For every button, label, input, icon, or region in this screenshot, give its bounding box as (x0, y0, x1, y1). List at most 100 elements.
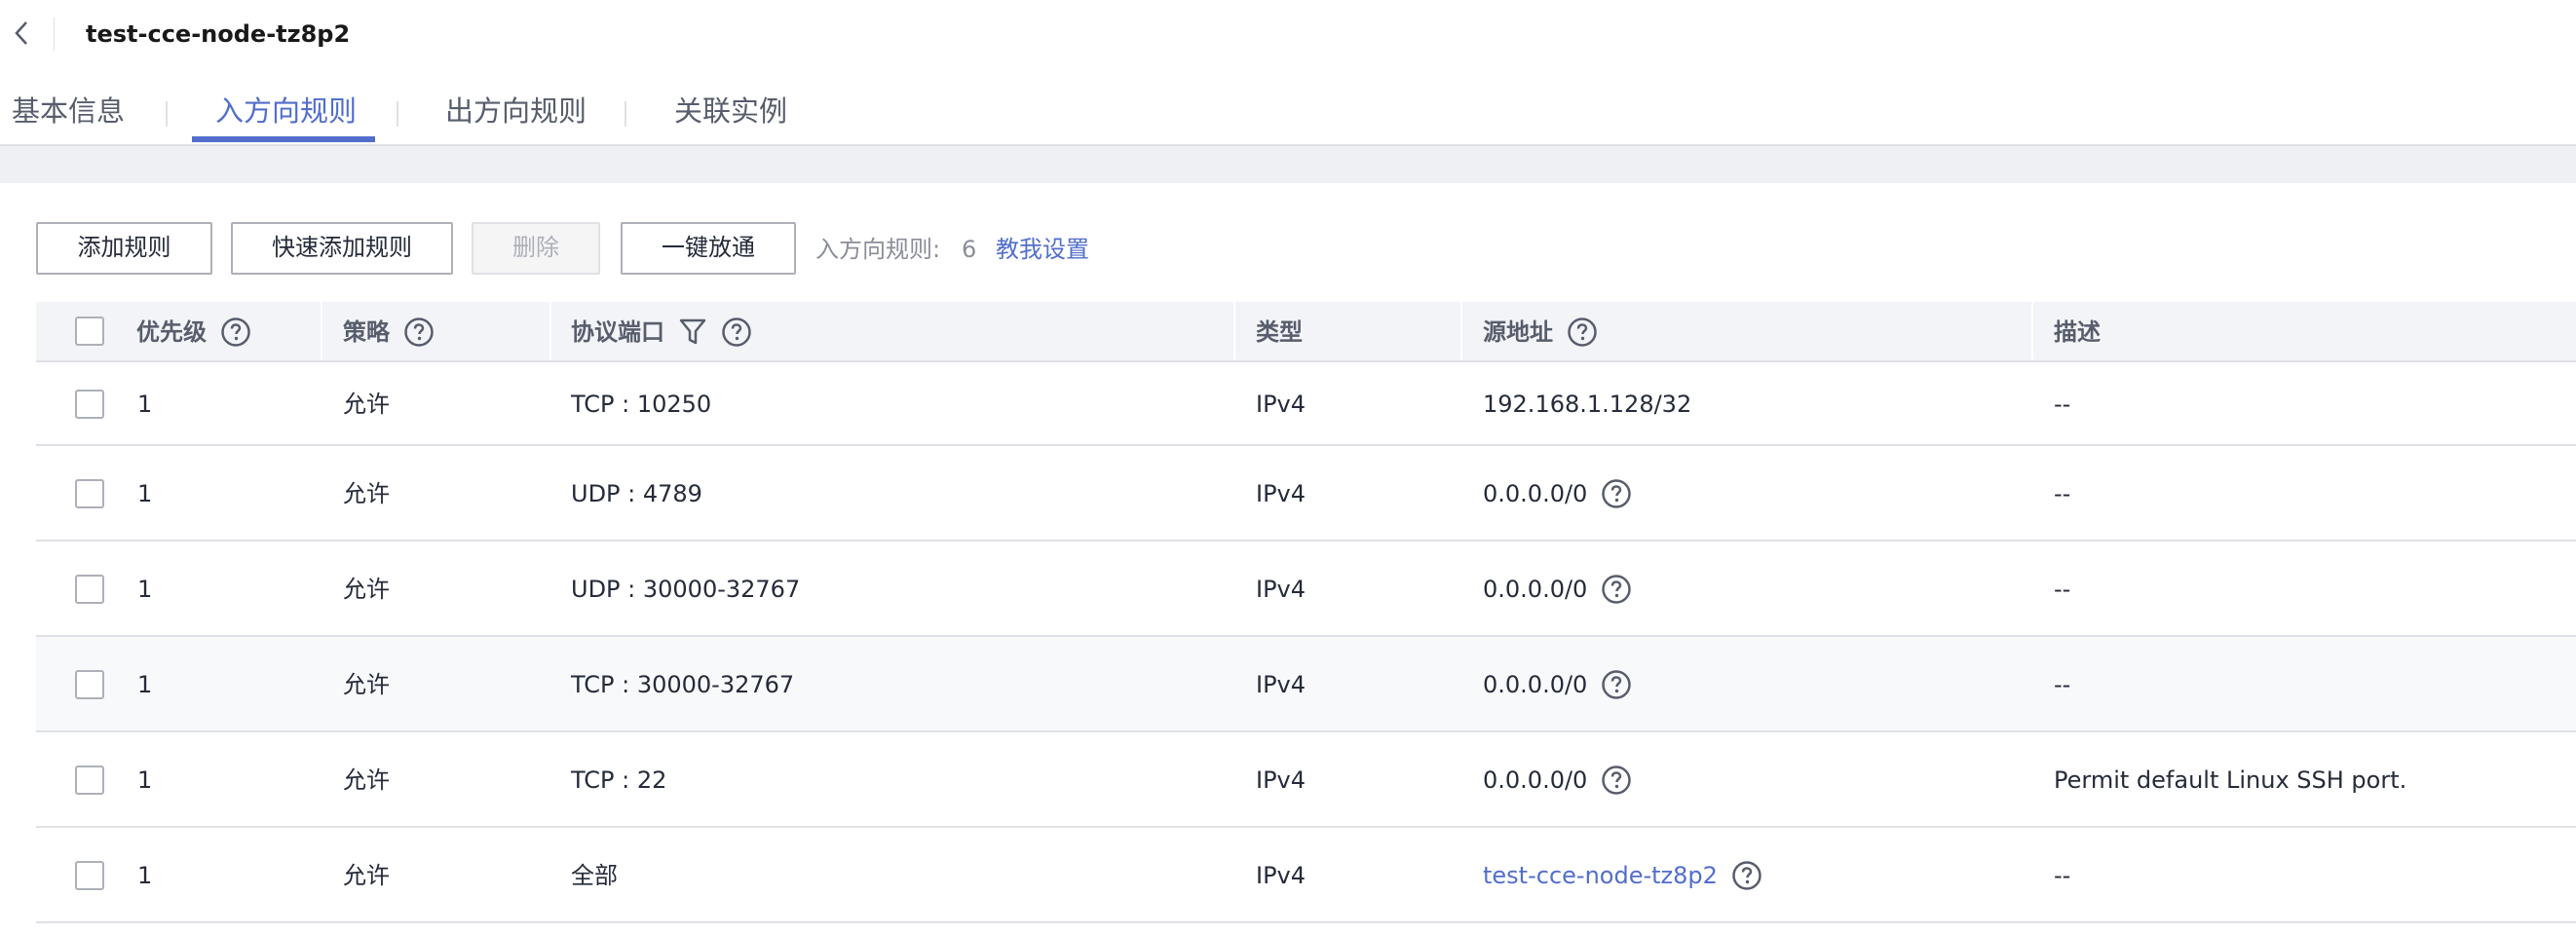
header-divider (54, 18, 55, 51)
cell-protocol-port: TCP : 22 (571, 766, 667, 794)
tab-separator (625, 101, 626, 127)
add-rule-button[interactable]: 添加规则 (36, 222, 212, 275)
chevron-left-icon[interactable] (8, 18, 35, 49)
row-select-checkbox[interactable] (75, 670, 104, 699)
cell-type: IPv4 (1256, 862, 1307, 889)
one-click-allow-button[interactable]: 一键放通 (621, 222, 796, 275)
cell-source: 0.0.0.0/0 (1483, 478, 1632, 509)
tab-bar: 基本信息 入方向规则 出方向规则 关联实例 (0, 86, 2576, 144)
table-row[interactable]: 1 允许 全部 IPv4 test-cce-node-tz8p2 -- (36, 828, 2576, 923)
cell-source-text: 0.0.0.0/0 (1483, 480, 1588, 507)
cell-protocol-port: UDP : 30000-32767 (571, 576, 801, 603)
cell-source: 0.0.0.0/0 (1483, 765, 1632, 796)
column-header-priority: 优先级 (136, 302, 251, 362)
cell-description: -- (2054, 862, 2071, 889)
column-header-protocol-port: 协议端口 (571, 302, 752, 362)
cell-policy: 允许 (343, 766, 390, 794)
help-circle-icon[interactable] (1731, 860, 1762, 891)
tab-associated-instances[interactable]: 关联实例 (674, 86, 787, 144)
row-select-checkbox[interactable] (75, 861, 104, 890)
help-circle-icon[interactable] (403, 317, 435, 348)
cell-source-text: 0.0.0.0/0 (1483, 766, 1588, 794)
cell-priority: 1 (137, 576, 153, 603)
row-select-checkbox[interactable] (75, 479, 104, 508)
row-select-checkbox[interactable] (75, 766, 104, 795)
cell-priority: 1 (137, 391, 153, 418)
tab-separator (397, 101, 398, 127)
cell-source: 0.0.0.0/0 (1483, 669, 1632, 700)
column-header-source-label: 源地址 (1483, 318, 1553, 346)
cell-type: IPv4 (1256, 391, 1307, 418)
table-row[interactable]: 1 允许 TCP : 22 IPv4 0.0.0.0/0 Permit default L… (36, 732, 2576, 828)
help-circle-icon[interactable] (1601, 574, 1632, 605)
help-circle-icon[interactable] (1601, 669, 1632, 700)
cell-priority: 1 (137, 480, 153, 507)
cell-description: -- (2054, 480, 2071, 507)
tab-basic-info[interactable]: 基本信息 (12, 86, 125, 144)
help-circle-icon[interactable] (1601, 765, 1632, 796)
cell-policy: 允许 (343, 480, 390, 507)
table-header: 优先级 策略 协议端口 类型 源地址 描述 (36, 302, 2576, 362)
rule-count-value: 6 (962, 236, 977, 263)
cell-priority: 1 (137, 862, 153, 889)
row-select-checkbox[interactable] (75, 575, 104, 604)
help-circle-icon[interactable] (1601, 478, 1632, 509)
cell-description: -- (2054, 671, 2071, 698)
column-header-description: 描述 (2054, 302, 2101, 362)
column-header-policy: 策略 (343, 302, 435, 362)
cell-policy: 允许 (343, 391, 390, 418)
cell-source-text: 192.168.1.128/32 (1483, 391, 1692, 418)
table-row[interactable]: 1 允许 TCP : 10250 IPv4 192.168.1.128/32 -- (36, 362, 2576, 446)
select-all-checkbox[interactable] (75, 317, 104, 346)
active-tab-indicator (192, 136, 375, 142)
cell-policy: 允许 (343, 862, 390, 889)
column-header-policy-label: 策略 (343, 318, 390, 346)
help-circle-icon[interactable] (721, 317, 752, 348)
cell-description: -- (2054, 391, 2071, 418)
cell-source-text: 0.0.0.0/0 (1483, 576, 1588, 603)
cell-source: 192.168.1.128/32 (1483, 389, 1691, 420)
page-header: test-cce-node-tz8p2 (0, 0, 2576, 68)
cell-source-text[interactable]: test-cce-node-tz8p2 (1483, 860, 1718, 891)
cell-policy: 允许 (343, 576, 390, 603)
column-separator (1233, 302, 1235, 360)
rules-toolbar: 添加规则 快速添加规则 删除 一键放通 入方向规则: 6 教我设置 (36, 222, 2569, 275)
cell-source-text: 0.0.0.0/0 (1483, 671, 1588, 698)
page-title: test-cce-node-tz8p2 (86, 20, 351, 48)
table-row[interactable]: 1 允许 UDP : 4789 IPv4 0.0.0.0/0 -- (36, 446, 2576, 542)
column-header-protocol-port-label: 协议端口 (571, 318, 664, 346)
rule-count-label: 入方向规则: (815, 236, 941, 263)
section-divider-band (0, 144, 2576, 183)
cell-priority: 1 (137, 671, 153, 698)
cell-type: IPv4 (1256, 480, 1307, 507)
row-select-checkbox[interactable] (75, 390, 104, 419)
cell-priority: 1 (137, 766, 153, 794)
cell-type: IPv4 (1256, 576, 1307, 603)
delete-button[interactable]: 删除 (472, 222, 600, 275)
quick-add-rule-button[interactable]: 快速添加规则 (231, 222, 453, 275)
table-row[interactable]: 1 允许 UDP : 30000-32767 IPv4 0.0.0.0/0 -- (36, 542, 2576, 637)
cell-type: IPv4 (1256, 766, 1307, 794)
column-separator (321, 302, 322, 360)
cell-protocol-port: TCP : 10250 (571, 391, 712, 418)
tab-inbound-rules[interactable]: 入方向规则 (215, 86, 357, 144)
help-circle-icon[interactable] (220, 317, 251, 348)
column-header-description-label: 描述 (2054, 318, 2101, 346)
tab-separator (166, 101, 168, 127)
cell-description: Permit default Linux SSH port. (2054, 766, 2407, 794)
cell-source[interactable]: test-cce-node-tz8p2 (1483, 860, 1762, 891)
column-separator (1460, 302, 1462, 360)
filter-icon[interactable] (678, 317, 707, 348)
table-row[interactable]: 1 允许 TCP : 30000-32767 IPv4 0.0.0.0/0 -- (36, 637, 2576, 732)
column-header-type-label: 类型 (1256, 318, 1303, 346)
cell-source: 0.0.0.0/0 (1483, 574, 1632, 605)
cell-protocol-port: TCP : 30000-32767 (571, 671, 795, 698)
tab-outbound-rules[interactable]: 出方向规则 (445, 86, 587, 144)
column-separator (549, 302, 551, 360)
column-header-source: 源地址 (1483, 302, 1598, 362)
column-header-priority-label: 优先级 (136, 318, 207, 346)
guide-link[interactable]: 教我设置 (996, 235, 1089, 264)
column-header-type: 类型 (1256, 302, 1303, 362)
help-circle-icon[interactable] (1567, 317, 1598, 348)
cell-type: IPv4 (1256, 671, 1307, 698)
